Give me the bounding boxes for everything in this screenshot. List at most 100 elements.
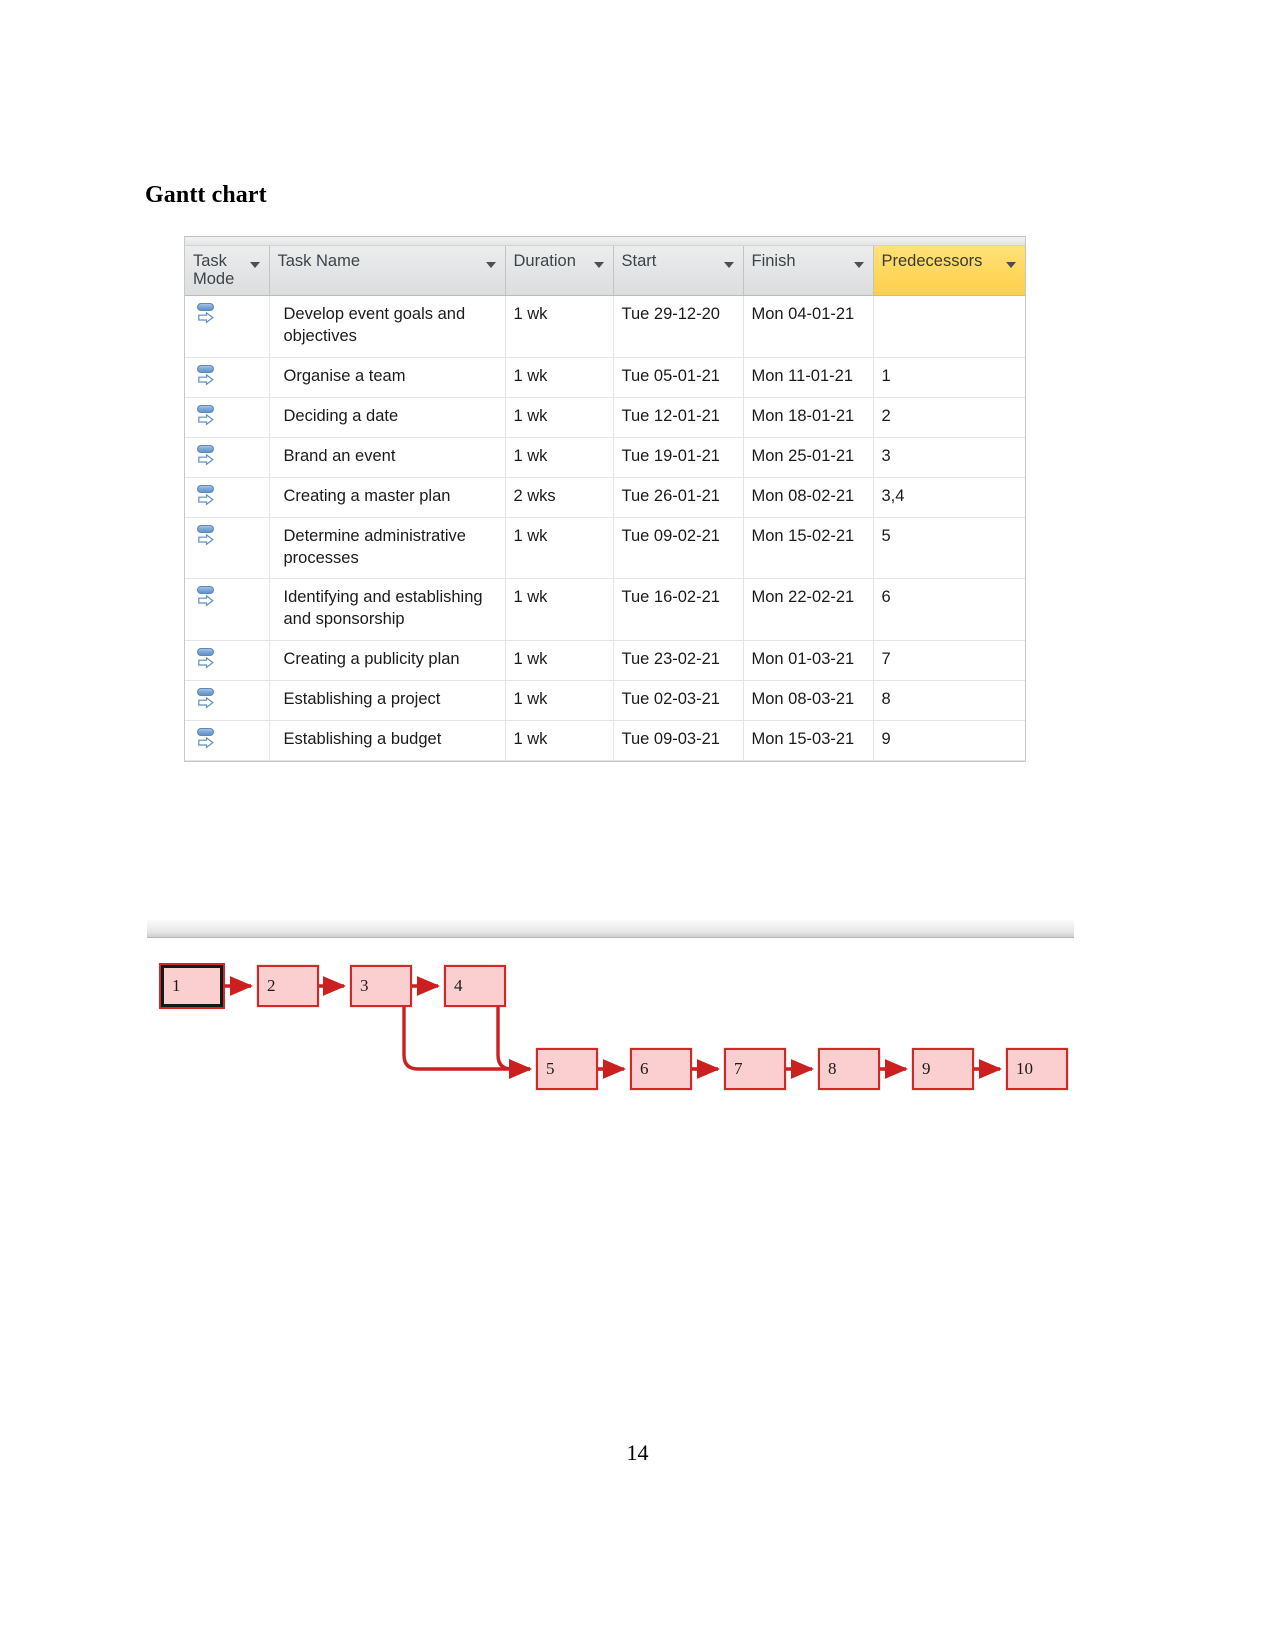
manually-scheduled-icon[interactable] [196, 404, 222, 430]
cell-start[interactable]: Tue 16-02-21 [613, 578, 744, 642]
cell-predecessors[interactable]: 7 [873, 640, 1025, 682]
cell-task-name[interactable]: Establishing a project [269, 680, 506, 722]
cell-task-name[interactable]: Determine administrative processes [269, 517, 506, 580]
diagram-node-8[interactable]: 8 [818, 1048, 880, 1090]
cell-task-name[interactable]: Identifying and establishing and sponsor… [269, 578, 506, 642]
cell-task-mode[interactable] [185, 517, 270, 580]
cell-predecessors[interactable] [873, 295, 1025, 358]
cell-start[interactable]: Tue 05-01-21 [613, 357, 744, 398]
cell-task-name[interactable]: Organise a team [269, 357, 506, 398]
cell-duration[interactable]: 1 wk [505, 357, 614, 398]
cell-finish[interactable]: Mon 11-01-21 [743, 357, 874, 398]
diagram-node-2[interactable]: 2 [257, 965, 319, 1007]
diagram-node-9[interactable]: 9 [912, 1048, 974, 1090]
cell-task-name[interactable]: Establishing a budget [269, 720, 506, 762]
table-row[interactable]: Identifying and establishing and sponsor… [185, 578, 1025, 642]
table-row[interactable]: Determine administrative processes 1 wk Tu… [185, 517, 1025, 580]
cell-finish[interactable]: Mon 01-03-21 [743, 640, 874, 682]
cell-start[interactable]: Tue 12-01-21 [613, 397, 744, 438]
table-row[interactable]: Establishing a project 1 wk Tue 02-03-21 Mo… [185, 680, 1025, 722]
column-header-duration[interactable]: Duration [505, 246, 614, 296]
chevron-down-icon[interactable] [1006, 262, 1016, 268]
manually-scheduled-icon[interactable] [196, 585, 222, 611]
cell-duration[interactable]: 1 wk [505, 720, 614, 762]
cell-task-mode[interactable] [185, 680, 270, 722]
cell-finish[interactable]: Mon 22-02-21 [743, 578, 874, 642]
cell-duration[interactable]: 1 wk [505, 578, 614, 642]
cell-task-mode[interactable] [185, 578, 270, 642]
cell-finish[interactable]: Mon 08-03-21 [743, 680, 874, 722]
cell-task-name[interactable]: Creating a master plan [269, 477, 506, 518]
cell-task-mode[interactable] [185, 640, 270, 682]
manually-scheduled-icon[interactable] [196, 647, 222, 673]
cell-start[interactable]: Tue 23-02-21 [613, 640, 744, 682]
column-header-finish[interactable]: Finish [743, 246, 874, 296]
table-row[interactable]: Develop event goals and objectives 1 wk Tu… [185, 295, 1025, 358]
table-row[interactable]: Creating a master plan 2 wks Tue 26-01-21 M… [185, 477, 1025, 518]
chevron-down-icon[interactable] [249, 262, 260, 268]
cell-task-mode[interactable] [185, 295, 270, 358]
manually-scheduled-icon[interactable] [196, 524, 222, 550]
chevron-down-icon[interactable] [853, 262, 864, 268]
cell-task-mode[interactable] [185, 437, 270, 478]
column-header-start[interactable]: Start [613, 246, 744, 296]
cell-predecessors[interactable]: 2 [873, 397, 1025, 438]
diagram-node-5[interactable]: 5 [536, 1048, 598, 1090]
cell-predecessors[interactable]: 3 [873, 437, 1025, 478]
manually-scheduled-icon[interactable] [196, 444, 222, 470]
cell-finish[interactable]: Mon 18-01-21 [743, 397, 874, 438]
cell-finish[interactable]: Mon 15-03-21 [743, 720, 874, 762]
chevron-down-icon[interactable] [593, 262, 604, 268]
table-row[interactable]: Organise a team 1 wk Tue 05-01-21 Mon 11-01… [185, 357, 1025, 398]
manually-scheduled-icon[interactable] [196, 727, 222, 753]
cell-task-name[interactable]: Creating a publicity plan [269, 640, 506, 682]
cell-finish[interactable]: Mon 04-01-21 [743, 295, 874, 358]
cell-duration[interactable]: 1 wk [505, 640, 614, 682]
cell-start[interactable]: Tue 09-02-21 [613, 517, 744, 580]
cell-duration[interactable]: 1 wk [505, 437, 614, 478]
cell-predecessors[interactable]: 8 [873, 680, 1025, 722]
cell-duration[interactable]: 1 wk [505, 680, 614, 722]
cell-task-name[interactable]: Develop event goals and objectives [269, 295, 506, 358]
cell-duration[interactable]: 1 wk [505, 295, 614, 358]
manually-scheduled-icon[interactable] [196, 484, 222, 510]
cell-predecessors[interactable]: 9 [873, 720, 1025, 762]
column-header-task-name[interactable]: Task Name [269, 246, 506, 296]
column-header-task-mode[interactable]: Task Mode [185, 246, 270, 296]
cell-task-name[interactable]: Brand an event [269, 437, 506, 478]
diagram-node-7[interactable]: 7 [724, 1048, 786, 1090]
cell-task-mode[interactable] [185, 477, 270, 518]
manually-scheduled-icon[interactable] [196, 364, 222, 390]
diagram-node-4[interactable]: 4 [444, 965, 506, 1007]
cell-predecessors[interactable]: 1 [873, 357, 1025, 398]
cell-start[interactable]: Tue 19-01-21 [613, 437, 744, 478]
diagram-node-6[interactable]: 6 [630, 1048, 692, 1090]
chevron-down-icon[interactable] [723, 262, 734, 268]
diagram-node-10[interactable]: 10 [1006, 1048, 1068, 1090]
cell-duration[interactable]: 1 wk [505, 397, 614, 438]
table-row[interactable]: Creating a publicity plan 1 wk Tue 23-02-2… [185, 640, 1025, 682]
cell-finish[interactable]: Mon 08-02-21 [743, 477, 874, 518]
table-row[interactable]: Deciding a date 1 wk Tue 12-01-21 Mon 18-01… [185, 397, 1025, 438]
table-row[interactable]: Establishing a budget 1 wk Tue 09-03-21 Mon… [185, 720, 1025, 762]
manually-scheduled-icon[interactable] [196, 302, 222, 328]
cell-predecessors[interactable]: 6 [873, 578, 1025, 642]
table-row[interactable]: Brand an event 1 wk Tue 19-01-21 Mon 25-01-… [185, 437, 1025, 478]
diagram-node-3[interactable]: 3 [350, 965, 412, 1007]
cell-task-mode[interactable] [185, 720, 270, 762]
cell-start[interactable]: Tue 02-03-21 [613, 680, 744, 722]
cell-finish[interactable]: Mon 15-02-21 [743, 517, 874, 580]
column-header-predecessors[interactable]: Predecessors [873, 246, 1025, 296]
cell-start[interactable]: Tue 09-03-21 [613, 720, 744, 762]
cell-task-mode[interactable] [185, 357, 270, 398]
cell-finish[interactable]: Mon 25-01-21 [743, 437, 874, 478]
manually-scheduled-icon[interactable] [196, 687, 222, 713]
cell-task-mode[interactable] [185, 397, 270, 438]
chevron-down-icon[interactable] [485, 262, 496, 268]
cell-predecessors[interactable]: 3,4 [873, 477, 1025, 518]
cell-start[interactable]: Tue 29-12-20 [613, 295, 744, 358]
cell-duration[interactable]: 2 wks [505, 477, 614, 518]
cell-predecessors[interactable]: 5 [873, 517, 1025, 580]
cell-duration[interactable]: 1 wk [505, 517, 614, 580]
cell-start[interactable]: Tue 26-01-21 [613, 477, 744, 518]
